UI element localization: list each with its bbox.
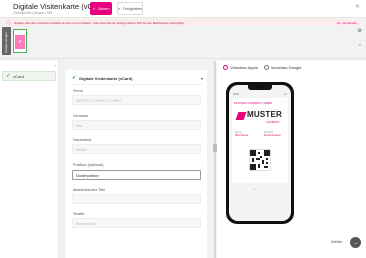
more-icon: ⋯ — [283, 100, 286, 104]
phone-notch — [248, 85, 272, 90]
preview-panel: Vorschau Apple Vorschau Google 9:41 ••• … — [217, 61, 366, 258]
firma-field[interactable]: MUSTER COMPANY GMBH — [72, 95, 201, 105]
info-icon: ⓘ — [7, 20, 11, 25]
page-subtitle: Visitenkarten-Designe • 983 — [13, 11, 53, 15]
radio-icon — [263, 65, 269, 70]
position-field[interactable]: Musterposition — [72, 170, 201, 180]
check-icon: ✔ — [72, 75, 77, 81]
close-icon[interactable]: ✕ — [355, 3, 360, 10]
divider — [72, 84, 203, 85]
app-header: Digitale Visitenkarte (vCard) Visitenkar… — [0, 0, 366, 18]
radio-apple[interactable]: Vorschau Apple — [223, 65, 258, 70]
template-thumbnail[interactable]: ✔ — [13, 29, 27, 53]
logo-text: MUSTER — [247, 110, 282, 119]
vorname-field[interactable]: Max — [72, 120, 201, 130]
templates-side-tab[interactable]: Designvorlagen — [2, 27, 11, 55]
arrow-right-icon: → — [352, 239, 359, 246]
card-company: MUSTER COMPANY GMBH — [234, 101, 273, 105]
academic-title-field[interactable] — [72, 194, 201, 204]
nachname-field[interactable]: Muster — [72, 144, 201, 154]
info-banner: ⓘ Hinweis: Bei den Vorschau handelt es s… — [5, 19, 361, 26]
sidebar-item-label: vCard — [13, 73, 24, 79]
logo-subtext: COMPANY — [266, 120, 280, 124]
sidebar: ‹ ✔ vCard — [0, 61, 59, 258]
sidebar-item-vcard[interactable]: ✔ vCard — [2, 71, 56, 81]
chevron-up-icon[interactable]: ⌃ — [358, 44, 362, 50]
phone-mockup: 9:41 ••• MUSTER COMPANY GMBH ⋯ MUSTER CO… — [226, 82, 294, 224]
preview-toggle: Vorschau Apple Vorschau Google — [223, 65, 302, 70]
nachname-label: Nachname — [73, 138, 92, 142]
dismiss-link[interactable]: Ok, verstanden — [337, 21, 357, 25]
form-section-header[interactable]: ✔ Digitale Visitenkarte (vCard) ▾ — [72, 74, 203, 82]
card-pager: • • • — [253, 187, 258, 191]
done-button[interactable]: ✔ Fertigstellen — [117, 2, 143, 15]
street-label: Straße — [73, 212, 85, 216]
chevron-left-icon[interactable]: ‹ — [55, 63, 56, 68]
card-name-field: Name Max Muster — [235, 131, 249, 137]
radio-icon — [223, 65, 228, 70]
position-label: Position (optional) — [73, 163, 104, 167]
more-icon: ••• — [283, 92, 287, 96]
gear-icon[interactable]: ⚙ — [358, 28, 362, 34]
qr-code — [249, 149, 271, 171]
radio-google[interactable]: Vorschau Google — [263, 65, 302, 70]
check-icon: ✔ — [15, 35, 25, 49]
title-label: Akademischer Titel — [73, 188, 106, 192]
wallet-card: MUSTER COMPANY GMBH ⋯ MUSTER COMPANY Nam… — [232, 98, 288, 183]
check-icon: ✔ — [6, 73, 11, 79]
save-button[interactable]: ✔ Sichern — [90, 2, 112, 15]
check-icon: ✔ — [92, 6, 96, 11]
street-field[interactable]: Musterstraße — [72, 218, 201, 228]
check-icon: ✔ — [118, 6, 121, 11]
status-time: 9:41 — [233, 92, 239, 96]
firma-label: Firma — [73, 89, 83, 93]
company-logo-icon — [235, 112, 247, 120]
phone-screen: 9:41 ••• MUSTER COMPANY GMBH ⋯ MUSTER CO… — [229, 85, 291, 221]
vorname-label: Vorname — [73, 114, 89, 118]
divider — [0, 58, 366, 59]
panel-splitter[interactable] — [213, 61, 217, 258]
next-button[interactable]: → — [350, 237, 361, 248]
chevron-down-icon: ▾ — [200, 75, 203, 81]
form-panel: ✔ Digitale Visitenkarte (vCard) ▾ Firma … — [66, 70, 207, 258]
card-position-field: Position Musterposition — [264, 131, 281, 137]
next-label: Weiter — [331, 239, 343, 244]
